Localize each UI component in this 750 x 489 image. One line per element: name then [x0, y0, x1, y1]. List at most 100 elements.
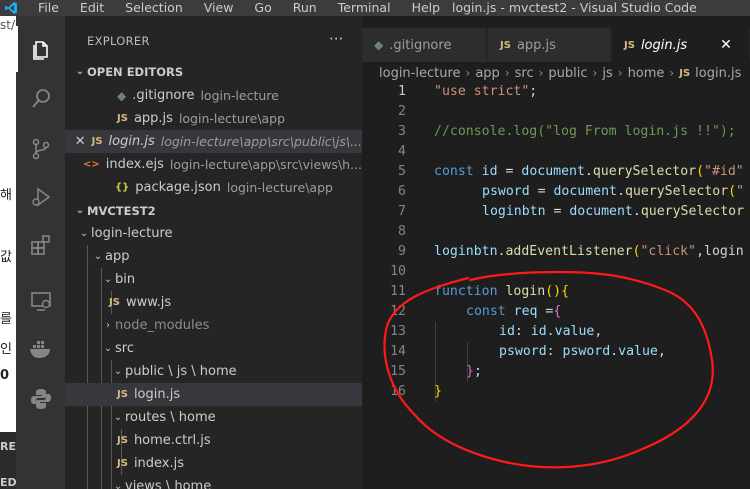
line-number: 3: [398, 124, 406, 139]
tree-label: node_modules: [115, 318, 210, 333]
run-debug-activity[interactable]: [16, 174, 65, 220]
tree-label: bin: [115, 272, 136, 287]
open-editor-item[interactable]: <> index.ejs login-lecture\app\src\views…: [65, 153, 362, 176]
breadcrumb-item[interactable]: src: [515, 66, 534, 81]
search-icon: [31, 89, 50, 108]
tab-gitignore[interactable]: ◆ .gitignore: [362, 28, 487, 62]
code-line: id: id.value,: [499, 324, 603, 339]
background-text: 값: [0, 250, 12, 265]
chevron-down-icon: ⌄: [75, 66, 85, 77]
code-line: //console.log("log From login.js !!");: [434, 124, 736, 139]
open-editors-label: OPEN EDITORS: [87, 64, 184, 79]
tab-label: .gitignore: [389, 37, 452, 53]
menu-edit[interactable]: Edit: [80, 0, 104, 16]
tree-file-active[interactable]: JS login.js: [65, 383, 362, 406]
run-debug-icon: [31, 187, 50, 207]
menu-help[interactable]: Help: [412, 0, 441, 16]
chevron-down-icon: ⌄: [75, 205, 85, 216]
tree-file[interactable]: JS www.js: [65, 291, 362, 314]
line-number: 9: [398, 244, 406, 259]
gitignore-icon: ◆: [374, 38, 384, 52]
source-control-activity[interactable]: [16, 126, 65, 172]
tree-folder[interactable]: ⌄ app: [65, 245, 362, 268]
breadcrumb-item[interactable]: js: [602, 66, 612, 81]
more-actions-button[interactable]: ···: [329, 30, 343, 48]
close-editor-icon[interactable]: ✕: [75, 134, 86, 149]
breadcrumb-item[interactable]: public: [548, 66, 587, 81]
activity-bar: [16, 16, 65, 489]
tree-folder[interactable]: ⌄ public \ js \ home: [65, 360, 362, 383]
tree-folder[interactable]: ⌄ views \ home: [65, 475, 362, 489]
explorer-activity[interactable]: [16, 26, 65, 72]
tree-file[interactable]: JS home.ctrl.js: [65, 429, 362, 452]
background-url-fragment: st/: [0, 18, 15, 32]
code-line: "use strict";: [434, 84, 538, 99]
js-file-icon: JS: [500, 39, 511, 51]
explorer-header: EXPLORER: [87, 34, 150, 48]
tree-label: login-lecture: [91, 226, 173, 241]
js-file-icon: JS: [117, 458, 128, 469]
chevron-down-icon: ⌄: [93, 251, 103, 262]
open-editor-item[interactable]: ◆ .gitignore login-lecture: [65, 84, 362, 107]
open-editors-section[interactable]: ⌄ OPEN EDITORS: [65, 60, 362, 83]
line-number: 6: [398, 184, 406, 199]
tab-bar: ◆ .gitignore JS app.js JS login.js ✕: [362, 28, 750, 62]
close-tab-icon[interactable]: ✕: [720, 37, 732, 53]
workspace-section[interactable]: ⌄ MVCTEST2: [65, 199, 362, 222]
files-icon: [32, 41, 48, 60]
tab-app-js[interactable]: JS app.js: [488, 28, 611, 62]
code-line: loginbtn.addEventListener("click",login: [434, 244, 744, 259]
extensions-icon: [30, 235, 50, 255]
code-line: loginbtn = document.querySelector: [482, 204, 745, 219]
code-line: psword = document.querySelector(": [482, 184, 745, 199]
open-editor-path: login-lecture\app\src\public\js\...: [160, 134, 362, 149]
chevron-down-icon: ⌄: [113, 412, 123, 423]
js-file-icon: JS: [624, 39, 635, 51]
background-window: st/ 해 값 를 인 0 RE ED: [0, 16, 16, 489]
open-editor-filename: app.js: [133, 111, 173, 126]
js-file-icon: JS: [117, 435, 128, 446]
python-activity[interactable]: [16, 376, 65, 422]
menu-terminal[interactable]: Terminal: [338, 0, 391, 16]
line-number: 11: [390, 284, 406, 299]
code-editor[interactable]: 1 2 3 4 5 6 7 8 9 10 11 12 13 14 15 16 "…: [362, 82, 750, 482]
tab-login-js[interactable]: JS login.js ✕: [612, 28, 750, 62]
code-line: }: [434, 384, 442, 399]
menu-run[interactable]: Run: [293, 0, 317, 16]
line-number: 10: [390, 264, 406, 279]
background-text: 를: [0, 312, 12, 327]
line-number: 13: [390, 324, 406, 339]
open-editor-item[interactable]: JS app.js login-lecture\app: [65, 107, 362, 130]
tree-folder[interactable]: ⌄ routes \ home: [65, 406, 362, 429]
line-number: 5: [398, 164, 406, 179]
breadcrumb-item[interactable]: login-lecture: [379, 66, 461, 81]
open-editor-item-active[interactable]: ✕ JS login.js login-lecture\app\src\publ…: [65, 130, 362, 153]
tree-folder[interactable]: ⌄ login-lecture: [65, 222, 362, 245]
breadcrumb-item[interactable]: home: [628, 66, 665, 81]
tree-file[interactable]: JS index.js: [65, 452, 362, 475]
background-text: RE: [0, 440, 16, 453]
open-editor-filename: index.ejs: [105, 157, 164, 172]
open-editor-path: login-lecture\app\src\views\h...: [169, 157, 362, 172]
menu-view[interactable]: View: [204, 0, 234, 16]
code-line: psword: psword.value,: [499, 344, 666, 359]
chevron-right-icon: ›: [106, 320, 110, 331]
extensions-activity[interactable]: [16, 222, 65, 268]
remote-explorer-activity[interactable]: [16, 278, 65, 324]
breadcrumb-item[interactable]: login.js: [695, 66, 741, 81]
chevron-down-icon: ⌄: [113, 481, 123, 489]
tree-folder[interactable]: ⌄ bin: [65, 268, 362, 291]
search-activity[interactable]: [16, 76, 65, 122]
docker-activity[interactable]: [16, 326, 65, 372]
tree-folder[interactable]: › node_modules: [65, 314, 362, 337]
open-editor-item[interactable]: {} package.json login-lecture\app: [65, 176, 362, 199]
menu-selection[interactable]: Selection: [125, 0, 183, 16]
gitignore-icon: ◆: [117, 88, 127, 103]
open-editor-path: login-lecture\app: [178, 111, 286, 126]
breadcrumb-item[interactable]: app: [475, 66, 499, 81]
menu-go[interactable]: Go: [254, 0, 271, 16]
tree-folder[interactable]: ⌄ src: [65, 337, 362, 360]
line-number: 16: [390, 384, 406, 399]
menu-file[interactable]: File: [38, 0, 59, 16]
json-file-icon: {}: [115, 182, 130, 193]
